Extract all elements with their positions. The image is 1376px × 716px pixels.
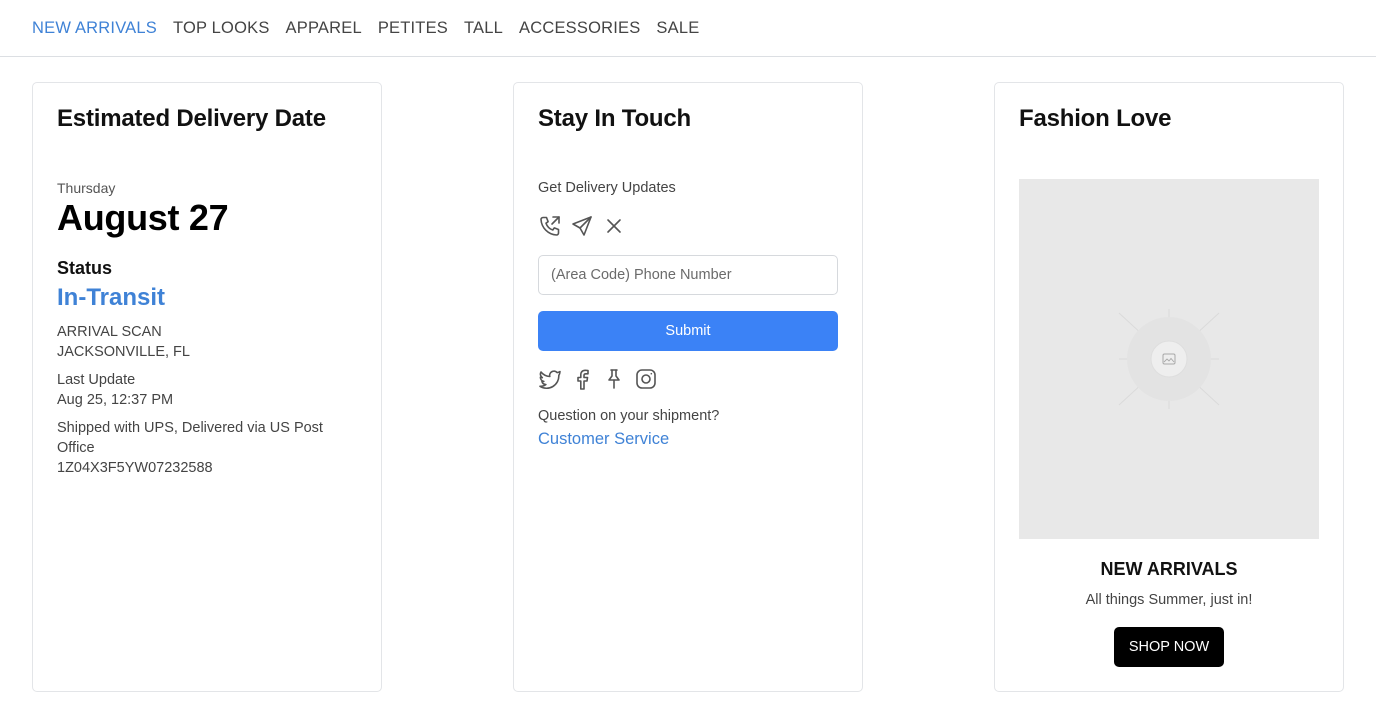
last-update-info: Last Update Aug 25, 12:37 PM [57,370,173,410]
nav-new-arrivals[interactable]: NEW ARRIVALS [32,20,157,37]
stay-in-touch-title: Stay In Touch [538,105,691,132]
top-nav: NEW ARRIVALS TOP LOOKS APPAREL PETITES T… [0,0,1376,57]
image-placeholder-icon [1118,309,1220,409]
scan-info: ARRIVAL SCAN JACKSONVILLE, FL [57,322,190,362]
nav-sale[interactable]: SALE [656,20,699,37]
delivery-card: Estimated Delivery Date Thursday August … [32,82,382,692]
delivery-updates-label: Get Delivery Updates [538,180,676,196]
scan-type: ARRIVAL SCAN [57,324,162,340]
stay-in-touch-card: Stay In Touch Get Delivery Updates Submi… [513,82,863,692]
promo-subtitle: All things Summer, just in! [1085,592,1253,608]
shipping-info: Shipped with UPS, Delivered via US Post … [57,418,347,478]
phone-call-icon[interactable] [538,214,562,238]
shipping-note: Shipped with UPS, Delivered via US Post … [57,420,323,456]
nav-petites[interactable]: PETITES [378,20,448,37]
social-icons [538,367,666,391]
promo-title: NEW ARRIVALS [1100,559,1238,579]
last-update-label: Last Update [57,372,136,388]
fashion-love-card: Fashion Love NEW ARRIVALS All things Sum… [994,82,1344,692]
nav-top-looks[interactable]: TOP LOOKS [173,20,270,37]
delivery-day: Thursday [57,180,116,196]
nav-accessories[interactable]: ACCESSORIES [519,20,640,37]
fashion-love-title: Fashion Love [1019,105,1172,132]
last-update-value: Aug 25, 12:37 PM [57,392,174,408]
contact-method-icons [538,214,634,238]
submit-button[interactable]: Submit [538,311,838,351]
scan-location: JACKSONVILLE, FL [57,344,190,360]
nav-tall[interactable]: TALL [464,20,503,37]
pinterest-icon[interactable] [602,367,626,391]
tracking-number: 1Z04X3F5YW07232588 [57,460,213,476]
status-label: Status [57,258,113,278]
instagram-icon[interactable] [634,367,658,391]
status-value: In-Transit [57,284,166,311]
close-icon[interactable] [602,214,626,238]
facebook-icon[interactable] [570,367,594,391]
nav-apparel[interactable]: APPAREL [286,20,362,37]
promo-image[interactable] [1019,179,1319,539]
customer-service-link[interactable]: Customer Service [538,430,669,449]
twitter-icon[interactable] [538,367,562,391]
delivery-card-title: Estimated Delivery Date [57,105,326,132]
send-icon[interactable] [570,214,594,238]
delivery-date: August 27 [57,197,229,238]
phone-number-input[interactable] [538,255,838,295]
shipment-question: Question on your shipment? [538,408,720,424]
shop-now-button[interactable]: SHOP NOW [1114,627,1224,667]
